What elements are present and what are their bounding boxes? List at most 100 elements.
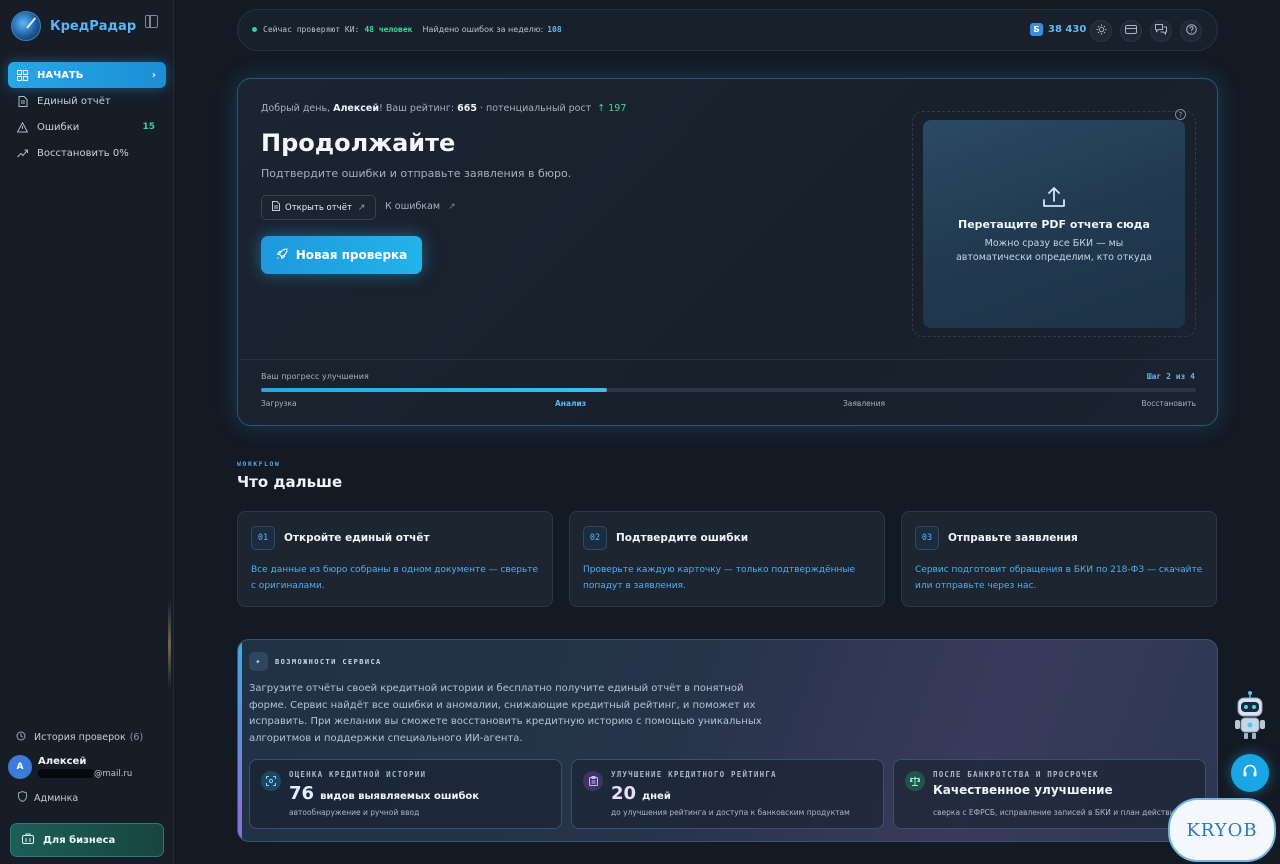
arrow-up-right-icon: ↗ [357,202,366,213]
scales-icon [905,771,925,791]
greeting-user: Алексей [333,103,380,114]
sparkle-icon: ✦ [249,652,268,671]
sidebar-item-label: Восстановить 0% [37,147,129,159]
pdf-drop-zone[interactable]: Перетащите PDF отчета сюда Можно сразу в… [923,120,1185,328]
feature-unit: видов выявляемых ошибок [320,791,480,802]
drop-help-icon[interactable]: ? [1175,109,1186,120]
page-subtitle: Подтвердите ошибки и отправьте заявления… [261,167,572,180]
checking-label: Сейчас проверяют КИ: [263,25,360,34]
brand-name: КредРадар [50,18,137,34]
upload-icon [1043,186,1065,207]
features-description: Загрузите отчёты своей кредитной истории… [249,683,762,744]
workflow-card-3[interactable]: 03 Отправьте заявления Сервис подготовит… [901,511,1217,607]
collapse-sidebar-icon[interactable] [145,15,158,28]
feature-label: УЛУЧШЕНИЕ КРЕДИТНОГО РЕЙТИНГА [611,770,777,779]
grid-icon [17,69,28,81]
feature-card-assessment[interactable]: ОЦЕНКА КРЕДИТНОЙ ИСТОРИИ 76 видов выявля… [249,759,562,829]
divider [239,359,1218,360]
feature-card-improvement[interactable]: УЛУЧШЕНИЕ КРЕДИТНОГО РЕЙТИНГА 20 дней до… [571,759,884,829]
greeting-prefix: Добрый день, [261,103,334,114]
workflow-kicker: WORKFLOW [237,460,281,468]
drop-title: Перетащите PDF отчета сюда [958,217,1150,231]
help-button[interactable] [1180,20,1202,42]
feature-value: Качественное улучшение [933,783,1113,797]
payment-button[interactable] [1120,20,1142,42]
to-errors-link[interactable]: К ошибкам ↗ [385,201,456,212]
history-count: (6) [129,732,144,743]
new-check-label: Новая проверка [295,248,408,262]
help-icon [1185,24,1197,38]
sidebar: КредРадар НАЧАТЬ › Единый отчёт Ошибки 1… [0,0,174,864]
sidebar-item-label: Ошибки [37,121,80,133]
open-report-label: Открыть отчёт [285,202,352,213]
avatar: А [8,755,32,779]
rating-label: ! Ваш рейтинг: [379,103,458,114]
brand[interactable]: КредРадар [11,11,136,41]
to-errors-label: К ошибкам [385,201,441,212]
briefcase-icon [22,833,34,847]
workflow-card-1[interactable]: 01 Откройте единый отчёт Все данные из б… [237,511,553,607]
progress-label: Ваш прогресс улучшения [261,372,369,381]
step-analysis: Анализ [555,399,587,408]
card-icon [1125,25,1137,37]
user-profile[interactable]: А Алексей @mail.ru [8,755,132,779]
errors-count-badge: 15 [142,122,155,132]
live-ticker: Сейчас проверяют КИ: 48 человек Найдено … [252,25,562,34]
warning-icon [17,121,28,133]
sidebar-item-report[interactable]: Единый отчёт [8,88,166,114]
page-title: Продолжайте [261,129,456,157]
arrow-up-right-icon: ↗ [448,202,456,212]
feature-card-bankruptcy[interactable]: ПОСЛЕ БАНКРОТСТВА И ПРОСРОЧЕК Качественн… [893,759,1206,829]
found-value: 108 [547,25,562,34]
sidebar-item-start[interactable]: НАЧАТЬ › [8,62,166,88]
robot-assistant-icon[interactable] [1232,690,1268,742]
sidebar-glow [168,600,171,690]
document-icon [17,95,28,107]
feature-note: до улучшения рейтинга и доступа к банков… [611,808,850,817]
history-label: История проверок [34,732,126,743]
feature-label: ПОСЛЕ БАНКРОТСТВА И ПРОСРОЧЕК [933,770,1099,779]
business-label: Для бизнеса [43,834,116,846]
rating-value: 665 [457,103,477,114]
sidebar-item-errors[interactable]: Ошибки 15 [8,114,166,140]
feature-note: сверка с ЕФРСБ, исправление записей в БК… [933,808,1180,817]
chat-button[interactable] [1150,20,1172,42]
step-number: 02 [583,526,607,550]
admin-link[interactable]: Админка [18,790,78,805]
progress-fill [261,388,607,392]
business-button[interactable]: Для бизнеса [10,823,164,857]
open-report-button[interactable]: Открыть отчёт ↗ [261,195,377,220]
support-button[interactable] [1231,754,1269,792]
new-check-button[interactable]: Новая проверка [261,236,422,274]
radar-logo-icon [11,11,41,41]
balance-value: 38 430 [1048,24,1087,35]
growth-label: · потенциальный рост [476,103,595,114]
hero-panel: Добрый день, Алексей! Ваш рейтинг: 665 ·… [237,78,1218,426]
feature-unit: дней [642,791,671,802]
progress-track [261,388,1196,392]
sidebar-item-restore[interactable]: Восстановить 0% [8,140,166,166]
history-link[interactable]: История проверок (6) [16,731,143,744]
user-name: Алексей [38,755,87,767]
workflow-card-2[interactable]: 02 Подтвердите ошибки Проверьте каждую к… [569,511,885,607]
found-label: Найдено ошибок за неделю: [422,25,544,34]
chat-icon [1155,24,1167,38]
scan-icon [261,771,281,791]
balance[interactable]: Б 38 430 [1030,23,1086,36]
feature-note: автообнаружение и ручной ввод [289,808,420,817]
balance-currency-icon: Б [1030,23,1043,36]
sidebar-item-label: НАЧАТЬ [37,69,84,81]
workflow-title: Что дальше [237,473,343,491]
theme-toggle-button[interactable] [1090,20,1112,42]
step-description: Сервис подготовит обращения в БКИ по 218… [915,565,1203,591]
chevron-right-icon: › [151,69,156,81]
rocket-icon [276,247,288,263]
feature-headline: Качественное улучшение [933,783,1113,797]
progress-steps: Загрузка Анализ Заявления Восстановить [261,399,1196,409]
sidebar-item-label: Единый отчёт [37,95,111,107]
live-dot-icon [252,27,257,32]
headset-icon [1242,763,1258,783]
step-number: 01 [251,526,275,550]
shield-icon [18,790,27,805]
growth-value: ↑ 197 [597,103,627,114]
